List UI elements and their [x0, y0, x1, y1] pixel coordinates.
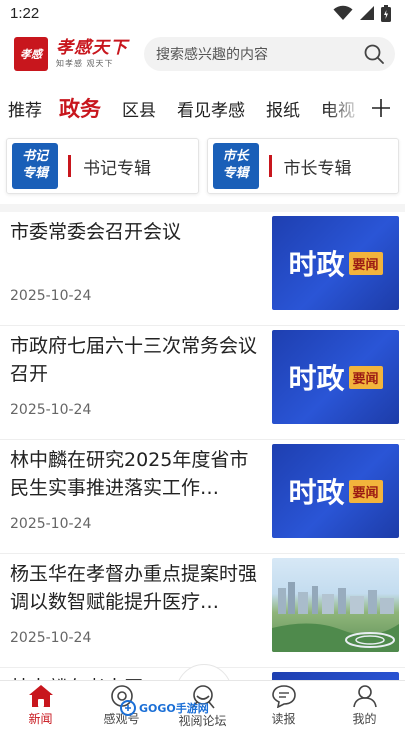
news-thumbnail[interactable]: 时政 要闻 — [272, 444, 399, 538]
tabbar-mine[interactable]: 我的 — [324, 681, 405, 729]
tab-newspaper[interactable]: 报纸 — [266, 96, 300, 121]
tab-see-xiaogan[interactable]: 看见孝感 — [177, 96, 245, 121]
news-thumbnail[interactable]: 时政 要闻 — [272, 216, 399, 310]
news-title[interactable]: 杨玉华在孝督办重点提案时强调以数智赋能提升医疗… — [10, 560, 262, 616]
special-card-secretary[interactable]: 书记 专辑 书记专辑 — [6, 138, 199, 194]
tabbar-label: 我的 — [352, 712, 377, 726]
logo-badge-text: 孝感 — [20, 48, 42, 61]
special-card-mayor[interactable]: 市长 专辑 市长专辑 — [206, 138, 399, 194]
logo-wordmark: 孝感天下 知孝感 观天下 — [56, 40, 128, 68]
chat-icon — [271, 685, 296, 708]
red-accent-bar — [268, 155, 272, 177]
tabs-fade — [325, 88, 365, 128]
thumb-tag: 要闻 — [348, 365, 383, 389]
search-icon[interactable] — [363, 43, 385, 65]
add-channel-button[interactable] — [365, 92, 397, 124]
news-date: 2025-10-24 — [10, 288, 92, 304]
app-header: 孝感 孝感天下 知孝感 观天下 搜索感兴趣的内容 — [0, 30, 405, 78]
thumb-big-text: 时政 — [288, 362, 345, 395]
special-label: 书记专辑 — [83, 158, 151, 179]
watermark-logo-icon — [120, 700, 136, 716]
news-item[interactable]: 林中麟在研究2025年度省市民生实事推进落实工作… 2025-10-24 时政要… — [0, 440, 405, 554]
thumb-tag: 要闻 — [348, 479, 383, 503]
tabbar-read-paper[interactable]: 读报 — [243, 681, 324, 729]
news-thumbnail-city-photo[interactable] — [272, 558, 399, 652]
status-time: 1:22 — [10, 4, 40, 22]
news-title[interactable]: 市委常委会召开会议 — [10, 218, 262, 246]
city-skyline-icon — [272, 582, 399, 652]
home-icon — [28, 685, 53, 707]
search-placeholder: 搜索感兴趣的内容 — [156, 47, 268, 63]
tabbar-label: 新闻 — [28, 712, 53, 726]
news-date: 2025-10-24 — [10, 516, 92, 532]
thumb-big-text: 时政 — [288, 476, 345, 509]
news-item[interactable]: 杨玉华在孝督办重点提案时强调以数智赋能提升医疗… 2025-10-24 — [0, 554, 405, 668]
signal-icon — [360, 6, 374, 20]
news-date: 2025-10-24 — [10, 630, 92, 646]
tab-recommend[interactable]: 推荐 — [8, 96, 42, 121]
wifi-icon — [333, 5, 353, 20]
tab-government[interactable]: 政务 — [59, 93, 101, 123]
category-tabs: 推荐 政务 区县 看见孝感 报纸 电视 — [0, 88, 405, 128]
search-input[interactable]: 搜索感兴趣的内容 — [144, 37, 395, 71]
tabbar-label: 读报 — [271, 712, 296, 726]
plus-icon — [372, 99, 390, 117]
news-list: 市委常委会召开会议 2025-10-24 时政 要闻 市政府七届六十三次常务会议召… — [0, 212, 405, 699]
status-bar: 1:22 — [0, 0, 405, 26]
battery-icon — [381, 4, 391, 22]
section-divider — [0, 204, 405, 212]
watermark-text: GOGO手游网 — [139, 702, 209, 715]
news-date: 2025-10-24 — [10, 402, 92, 418]
news-thumbnail[interactable]: 时政 要闻 — [272, 330, 399, 424]
thumb-tag: 要闻 — [348, 251, 383, 275]
news-item[interactable]: 市委常委会召开会议 2025-10-24 时政 要闻 — [0, 212, 405, 326]
special-label: 市长专辑 — [283, 158, 352, 179]
mayor-badge-icon: 市长 专辑 — [212, 143, 259, 189]
user-icon — [352, 685, 377, 708]
tabbar-news[interactable]: 新闻 — [0, 681, 81, 729]
logo-title: 孝感天下 — [56, 38, 128, 58]
tab-districts[interactable]: 区县 — [122, 96, 156, 121]
news-item[interactable]: 市政府七届六十三次常务会议召开 2025-10-24 时政 要闻 — [0, 326, 405, 440]
news-title[interactable]: 林中麟在研究2025年度省市民生实事推进落实工作… — [10, 446, 262, 502]
thumb-big-text: 时政 — [288, 248, 345, 281]
news-title[interactable]: 市政府七届六十三次常务会议召开 — [10, 332, 262, 388]
app-logo[interactable]: 孝感 — [14, 37, 48, 71]
secretary-badge-icon: 书记 专辑 — [12, 143, 58, 189]
status-icons — [333, 4, 391, 22]
logo-slogan: 知孝感 观天下 — [56, 59, 114, 68]
special-columns: 书记 专辑 书记专辑 市长 专辑 市长专辑 — [0, 138, 405, 202]
red-accent-bar — [68, 155, 71, 177]
site-watermark: GOGO手游网 — [120, 700, 209, 716]
